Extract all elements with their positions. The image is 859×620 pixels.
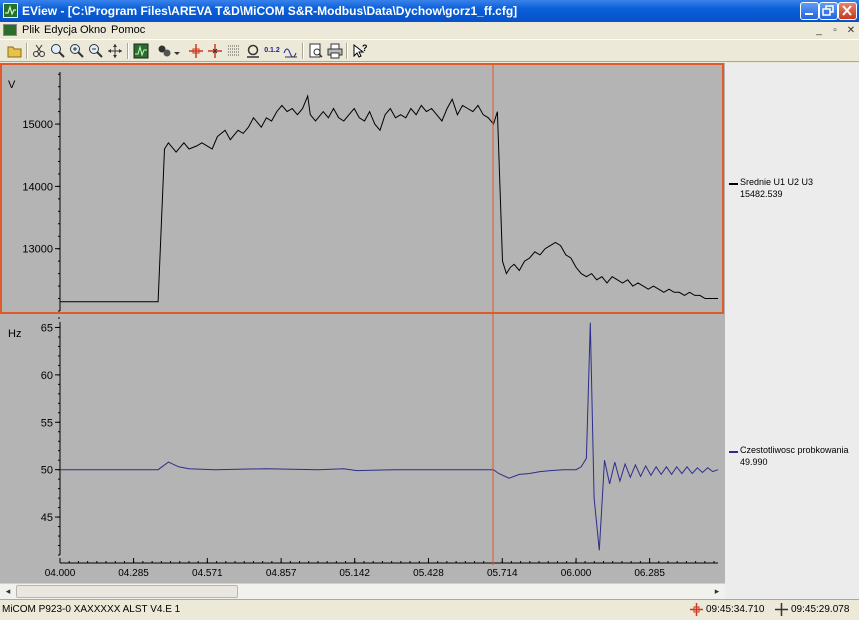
top-y-tick-label: 14000 xyxy=(22,181,53,193)
x-tick-label: 04.000 xyxy=(45,568,76,579)
x-tick-label: 04.285 xyxy=(118,568,149,579)
legend-area: Srednie U1 U2 U3 15482.539 Czestotliwosc… xyxy=(725,63,859,583)
scroll-right-button[interactable]: ▸ xyxy=(709,584,725,599)
cursor1-status-icon xyxy=(690,603,703,616)
device-info: MiCOM P923-0 XAXXXXX ALST V4.E 1 xyxy=(2,604,181,615)
menu-edycja[interactable]: Edycja xyxy=(44,24,77,36)
bottom-y-tick-label: 65 xyxy=(41,322,53,334)
menu-bar: Plik Edycja Okno Pomoc _ ▫ ✕ xyxy=(0,22,859,39)
wave-icon[interactable] xyxy=(282,42,300,60)
x-tick-label: 06.285 xyxy=(634,568,665,579)
svg-text:?: ? xyxy=(362,43,368,53)
omega-icon[interactable] xyxy=(244,42,262,60)
toolbar-separator xyxy=(346,43,348,59)
plot-canvas[interactable]: V Hz 150001400013000 6560555045 04.000 04… xyxy=(0,63,725,583)
toolbar-separator xyxy=(127,43,129,59)
top-y-tick-label: 13000 xyxy=(22,244,53,256)
print-icon[interactable] xyxy=(326,42,344,60)
open-folder-icon[interactable] xyxy=(6,42,24,60)
cursor1-time: 09:45:34.710 xyxy=(706,604,765,615)
scroll-corner xyxy=(725,583,859,599)
cut-icon[interactable] xyxy=(30,42,48,60)
mdi-close-button[interactable]: ✕ xyxy=(845,25,857,36)
restore-button[interactable] xyxy=(819,2,838,20)
zoom-out-icon[interactable] xyxy=(87,42,105,60)
x-tick-label: 04.857 xyxy=(266,568,297,579)
x-tick-label: 05.142 xyxy=(339,568,370,579)
bottom-y-axis: 65 60 55 50 45 xyxy=(41,317,61,556)
bottom-y-tick-label: 60 xyxy=(41,370,53,382)
x-tick-label: 05.714 xyxy=(487,568,518,579)
cursor2-status-icon xyxy=(775,603,788,616)
cursor1-icon[interactable] xyxy=(187,42,205,60)
mdi-minimize-button[interactable]: _ xyxy=(813,25,825,36)
bottom-y-tick-label: 55 xyxy=(41,417,53,429)
status-bar: MiCOM P923-0 XAXXXXX ALST V4.E 1 09:45:3… xyxy=(0,599,859,620)
top-y-tick-label: 15000 xyxy=(22,119,53,131)
cursor2-time: 09:45:29.078 xyxy=(791,604,850,615)
top-y-axis: 15000 14000 13000 xyxy=(22,72,61,312)
title-bar: EView - [C:\Program Files\AREVA T&D\MiCO… xyxy=(0,0,859,22)
x-tick-label: 06.000 xyxy=(561,568,592,579)
mdi-restore-button[interactable]: ▫ xyxy=(829,25,841,36)
bottom-unit-label: Hz xyxy=(8,328,21,340)
menu-okno[interactable]: Okno xyxy=(80,24,106,36)
top-legend-name: Srednie U1 U2 U3 xyxy=(740,177,814,187)
series-layer xyxy=(60,94,719,551)
bottom-y-tick-label: 45 xyxy=(41,512,53,524)
scroll-left-button[interactable]: ◂ xyxy=(0,584,16,599)
menu-pomoc[interactable]: Pomoc xyxy=(111,24,145,36)
zoom-in-icon[interactable] xyxy=(68,42,86,60)
close-button[interactable] xyxy=(838,2,857,20)
x-tick-label: 05.428 xyxy=(413,568,444,579)
bottom-legend-value: 49.990 xyxy=(740,457,768,467)
bottom-legend-name: Czestotliwosc probkowania xyxy=(740,445,849,455)
bottom-series-line xyxy=(60,322,719,551)
toolbar-separator xyxy=(302,43,304,59)
top-series-line xyxy=(60,94,718,303)
toolbar: 0.1.2 ? xyxy=(0,39,859,62)
menu-plik[interactable]: Plik xyxy=(22,24,40,36)
horizontal-scrollbar[interactable]: ◂ ▸ xyxy=(0,583,725,599)
help-icon[interactable]: ? xyxy=(351,42,369,60)
top-legend-value: 15482.539 xyxy=(740,189,783,199)
plot-area[interactable]: V Hz 15000 14000 13000 65 60 55 50 45 04.000 04… xyxy=(0,63,725,583)
top-unit-label: V xyxy=(8,79,16,91)
top-legend-swatch xyxy=(729,183,738,185)
app-icon xyxy=(3,3,18,18)
chart-icon[interactable] xyxy=(132,42,150,60)
scroll-thumb[interactable] xyxy=(16,585,238,598)
document-icon[interactable] xyxy=(3,24,17,36)
bottom-y-tick-label: 50 xyxy=(41,465,53,477)
x-tick-label: 04.571 xyxy=(192,568,223,579)
zoom-fit-icon[interactable] xyxy=(106,42,124,60)
zoom-icon[interactable] xyxy=(49,42,67,60)
dropdown-icon[interactable] xyxy=(172,42,182,60)
values-icon[interactable]: 0.1.2 xyxy=(263,42,281,60)
window-title: EView - [C:\Program Files\AREVA T&D\MiCO… xyxy=(22,4,518,18)
bottom-legend-swatch xyxy=(729,451,738,453)
print-preview-icon[interactable] xyxy=(307,42,325,60)
minimize-button[interactable] xyxy=(800,2,819,20)
top-chart-frame xyxy=(0,63,724,314)
toolbar-separator xyxy=(26,43,28,59)
cursor2-icon[interactable] xyxy=(206,42,224,60)
x-axis: 04.000 04.285 04.571 04.857 05.142 05.428 05.7… xyxy=(45,558,718,579)
grid-icon[interactable] xyxy=(225,42,243,60)
